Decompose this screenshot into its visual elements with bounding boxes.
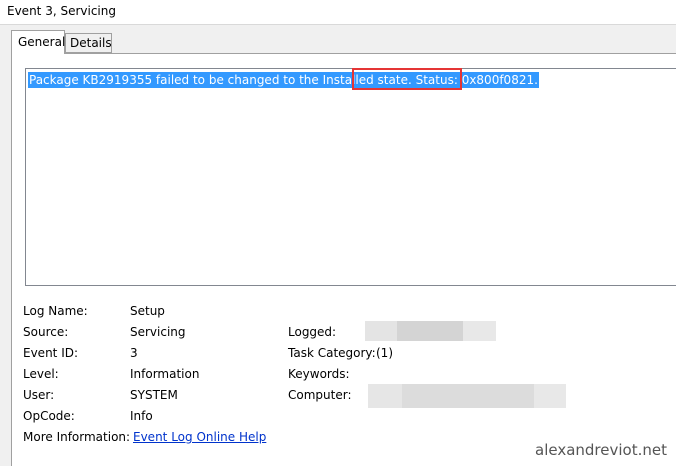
task-category-value[interactable]: (1) bbox=[376, 346, 393, 360]
task-category-label: Task Category: bbox=[288, 346, 376, 360]
level-label: Level: bbox=[23, 367, 59, 381]
computer-label: Computer: bbox=[288, 388, 352, 402]
window-title: Event 3, Servicing bbox=[7, 4, 116, 18]
opcode-value[interactable]: Info bbox=[130, 409, 153, 423]
logged-label: Logged: bbox=[288, 325, 337, 339]
event-id-value[interactable]: 3 bbox=[130, 346, 138, 360]
selected-description-text: Package KB2919355 failed to be changed t… bbox=[28, 72, 539, 88]
log-name-value[interactable]: Setup bbox=[130, 304, 165, 318]
computer-value-redacted bbox=[368, 384, 566, 408]
source-label: Source: bbox=[23, 325, 69, 339]
log-name-label: Log Name: bbox=[23, 304, 88, 318]
opcode-label: OpCode: bbox=[23, 409, 75, 423]
more-info-label: More Information: bbox=[23, 430, 131, 444]
user-value[interactable]: SYSTEM bbox=[130, 388, 178, 402]
event-description-textbox[interactable]: Package KB2919355 failed to be changed t… bbox=[25, 68, 676, 286]
event-id-label: Event ID: bbox=[23, 346, 79, 360]
tab-general-label: General bbox=[18, 35, 66, 49]
tab-general[interactable]: General bbox=[11, 30, 65, 54]
event-log-online-help-link[interactable]: Event Log Online Help bbox=[133, 430, 266, 444]
source-value[interactable]: Servicing bbox=[130, 325, 186, 339]
status-annotation-box bbox=[352, 68, 462, 90]
tab-details[interactable]: Details bbox=[65, 33, 112, 53]
tab-details-label: Details bbox=[70, 36, 112, 50]
user-label: User: bbox=[23, 388, 55, 402]
watermark-text: alexandreviot.net bbox=[535, 441, 667, 459]
window-titlebar: Event 3, Servicing bbox=[0, 0, 676, 25]
logged-value-redacted bbox=[365, 321, 496, 341]
keywords-label: Keywords: bbox=[288, 367, 350, 381]
level-value[interactable]: Information bbox=[130, 367, 199, 381]
